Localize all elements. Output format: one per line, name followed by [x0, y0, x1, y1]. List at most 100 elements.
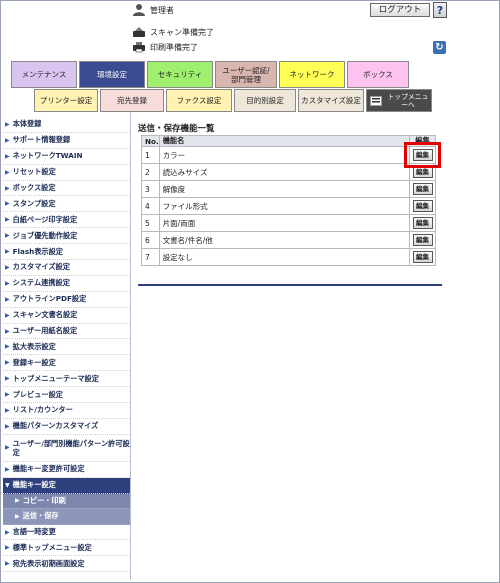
- edit-button[interactable]: 編集: [412, 200, 433, 212]
- sidebar-item-label: 本体登録: [12, 119, 42, 129]
- help-button[interactable]: ?: [433, 2, 447, 18]
- table-row: 7 設定なし 編集: [141, 248, 436, 266]
- sidebar-item-label: システム連携設定: [12, 278, 70, 288]
- sidebar-item[interactable]: ▶ ボックス設定: [3, 181, 130, 197]
- sidebar-item-selected[interactable]: ▼ 機能キー設定: [3, 477, 130, 494]
- sidebar-item-label: 拡大表示設定: [12, 341, 56, 351]
- sidebar-item[interactable]: ▶ アウトラインPDF設定: [3, 292, 130, 308]
- tab-settings[interactable]: 環境設定: [79, 61, 145, 88]
- arrow-right-icon: ▶: [5, 200, 10, 208]
- subtab-label: 宛先登録: [117, 96, 147, 105]
- sidebar-item[interactable]: ▶ ジョブ優先動作設定: [3, 228, 130, 245]
- tab-maintenance[interactable]: メンテナンス: [11, 61, 77, 88]
- edit-button[interactable]: 編集: [412, 183, 433, 195]
- refresh-icon[interactable]: ↻: [433, 41, 446, 54]
- sidebar-item[interactable]: ▶ ユーザー用紙名設定: [3, 324, 130, 340]
- sidebar-item-label: カスタマイズ設定: [12, 262, 70, 272]
- arrow-right-icon: ▶: [5, 422, 10, 430]
- arrow-right-icon: ▶: [5, 295, 10, 303]
- tab-label: ネットワーク: [289, 70, 335, 79]
- subtab-address[interactable]: 宛先登録: [100, 89, 164, 112]
- arrow-right-icon: ▶: [5, 560, 10, 568]
- arrow-right-icon: ▶: [15, 512, 20, 520]
- sidebar-item[interactable]: ▶ システム連携設定: [3, 276, 130, 292]
- sidebar-item[interactable]: ▶ 機能パターンカスタマイズ: [3, 419, 130, 435]
- tab-security[interactable]: セキュリティ: [147, 61, 213, 88]
- scanner-icon: [133, 27, 145, 37]
- sidebar-item[interactable]: ▶ カスタマイズ設定: [3, 260, 130, 276]
- tab-box[interactable]: ボックス: [347, 61, 409, 88]
- sidebar-item[interactable]: ▶ 言語一時変更: [3, 525, 130, 541]
- sidebar-item-label: 機能キー設定: [12, 480, 56, 490]
- arrow-right-icon: ▶: [5, 216, 10, 224]
- print-status: 印刷準備完了: [132, 41, 198, 53]
- sidebar-item-label: 機能キー変更許可設定: [12, 464, 85, 474]
- subtab-top-menu[interactable]: トップメニューへ: [366, 89, 432, 112]
- arrow-right-icon: ▶: [5, 406, 10, 414]
- arrow-right-icon: ▶: [5, 263, 10, 271]
- arrow-right-icon: ▶: [5, 375, 10, 383]
- table-row: 4 ファイル形式 編集: [141, 197, 436, 215]
- sidebar-subitem[interactable]: ▶ 送信・保存: [3, 509, 130, 525]
- sidebar-item-label: 宛先表示初期画面設定: [12, 558, 85, 568]
- sidebar-item[interactable]: ▶ 登録キー設定: [3, 355, 130, 372]
- sidebar-item[interactable]: ▶ 宛先表示初期画面設定: [3, 556, 130, 573]
- subtab-customize[interactable]: カスタマイズ設定: [298, 89, 364, 112]
- edit-button[interactable]: 編集: [412, 251, 433, 263]
- tab-label: ユーザー認証/部門管理: [222, 65, 270, 84]
- tab-network[interactable]: ネットワーク: [279, 61, 345, 88]
- function-name: 設定なし: [158, 248, 411, 266]
- sidebar-item-label: 白紙ページ印字設定: [12, 214, 78, 224]
- sidebar-item[interactable]: ▶ サポート情報登録: [3, 133, 130, 149]
- sidebar-item-label: アウトラインPDF設定: [12, 294, 87, 304]
- sidebar-item[interactable]: ▶ 拡大表示設定: [3, 339, 130, 356]
- sidebar-item[interactable]: ▶ スタンプ設定: [3, 196, 130, 213]
- sidebar-item[interactable]: ▶ リスト/カウンター: [3, 403, 130, 419]
- function-name: 文書名/件名/他: [158, 231, 411, 249]
- table-row: 3 解像度 編集: [141, 180, 436, 198]
- arrow-right-icon: ▶: [5, 327, 10, 335]
- subtab-fax[interactable]: ファクス設定: [166, 89, 232, 112]
- sidebar-item-label: Flash表示設定: [12, 246, 63, 256]
- user-icon: [133, 4, 145, 16]
- sidebar-subitem[interactable]: ▶ コピー・印刷: [3, 493, 130, 510]
- sidebar-item[interactable]: ▶ プレビュー設定: [3, 387, 130, 404]
- sidebar-item[interactable]: ▶ 標準トップメニュー設定: [3, 540, 130, 557]
- printer-icon: [133, 42, 145, 53]
- content-divider: [138, 284, 442, 286]
- edit-cell: 編集: [409, 146, 436, 164]
- logout-button[interactable]: ログアウト: [370, 3, 430, 17]
- subtab-printer[interactable]: プリンター設定: [34, 89, 98, 112]
- edit-cell: 編集: [409, 231, 436, 249]
- edit-button[interactable]: 編集: [412, 217, 433, 229]
- subtab-label: プリンター設定: [39, 96, 93, 105]
- sidebar-item-label: スタンプ設定: [12, 198, 56, 208]
- sidebar-item[interactable]: ▶ スキャン文書名設定: [3, 308, 130, 324]
- edit-cell: 編集: [409, 180, 436, 198]
- tab-label: 環境設定: [97, 70, 127, 79]
- row-number: 4: [141, 197, 160, 215]
- sidebar-item[interactable]: ▶ リセット設定: [3, 165, 130, 181]
- arrow-right-icon: ▶: [5, 136, 10, 144]
- sidebar-item[interactable]: ▶ 白紙ページ印字設定: [3, 212, 130, 229]
- sidebar-item-label: 機能パターンカスタマイズ: [12, 421, 99, 431]
- sidebar-item-label: サポート情報登録: [12, 135, 71, 145]
- sidebar-item[interactable]: ▶ ユーザー/部門別機能パターン許可設定: [3, 435, 130, 462]
- arrow-right-icon: ▶: [5, 120, 10, 128]
- edit-button[interactable]: 編集: [412, 234, 433, 246]
- sidebar-item-label: リセット設定: [12, 167, 56, 177]
- sidebar-item[interactable]: ▶ 本体登録: [3, 117, 130, 133]
- edit-button[interactable]: 編集: [412, 149, 433, 161]
- sidebar-item[interactable]: ▶ Flash表示設定: [3, 244, 130, 261]
- sidebar-item[interactable]: ▶ トップメニューテーマ設定: [3, 371, 130, 388]
- sidebar-item[interactable]: ▶ ネットワークTWAIN: [3, 149, 130, 165]
- row-number: 3: [141, 180, 160, 198]
- sidebar-item-label: プレビュー設定: [12, 389, 63, 399]
- sidebar-item[interactable]: ▶ 機能キー変更許可設定: [3, 462, 130, 478]
- row-number: 6: [141, 231, 160, 249]
- table-row: 2 読込みサイズ 編集: [141, 163, 436, 181]
- tab-user-auth[interactable]: ユーザー認証/部門管理: [215, 61, 277, 88]
- edit-button[interactable]: 編集: [412, 166, 433, 178]
- arrow-right-icon: ▶: [5, 391, 10, 399]
- subtab-purpose[interactable]: 目的別設定: [234, 89, 296, 112]
